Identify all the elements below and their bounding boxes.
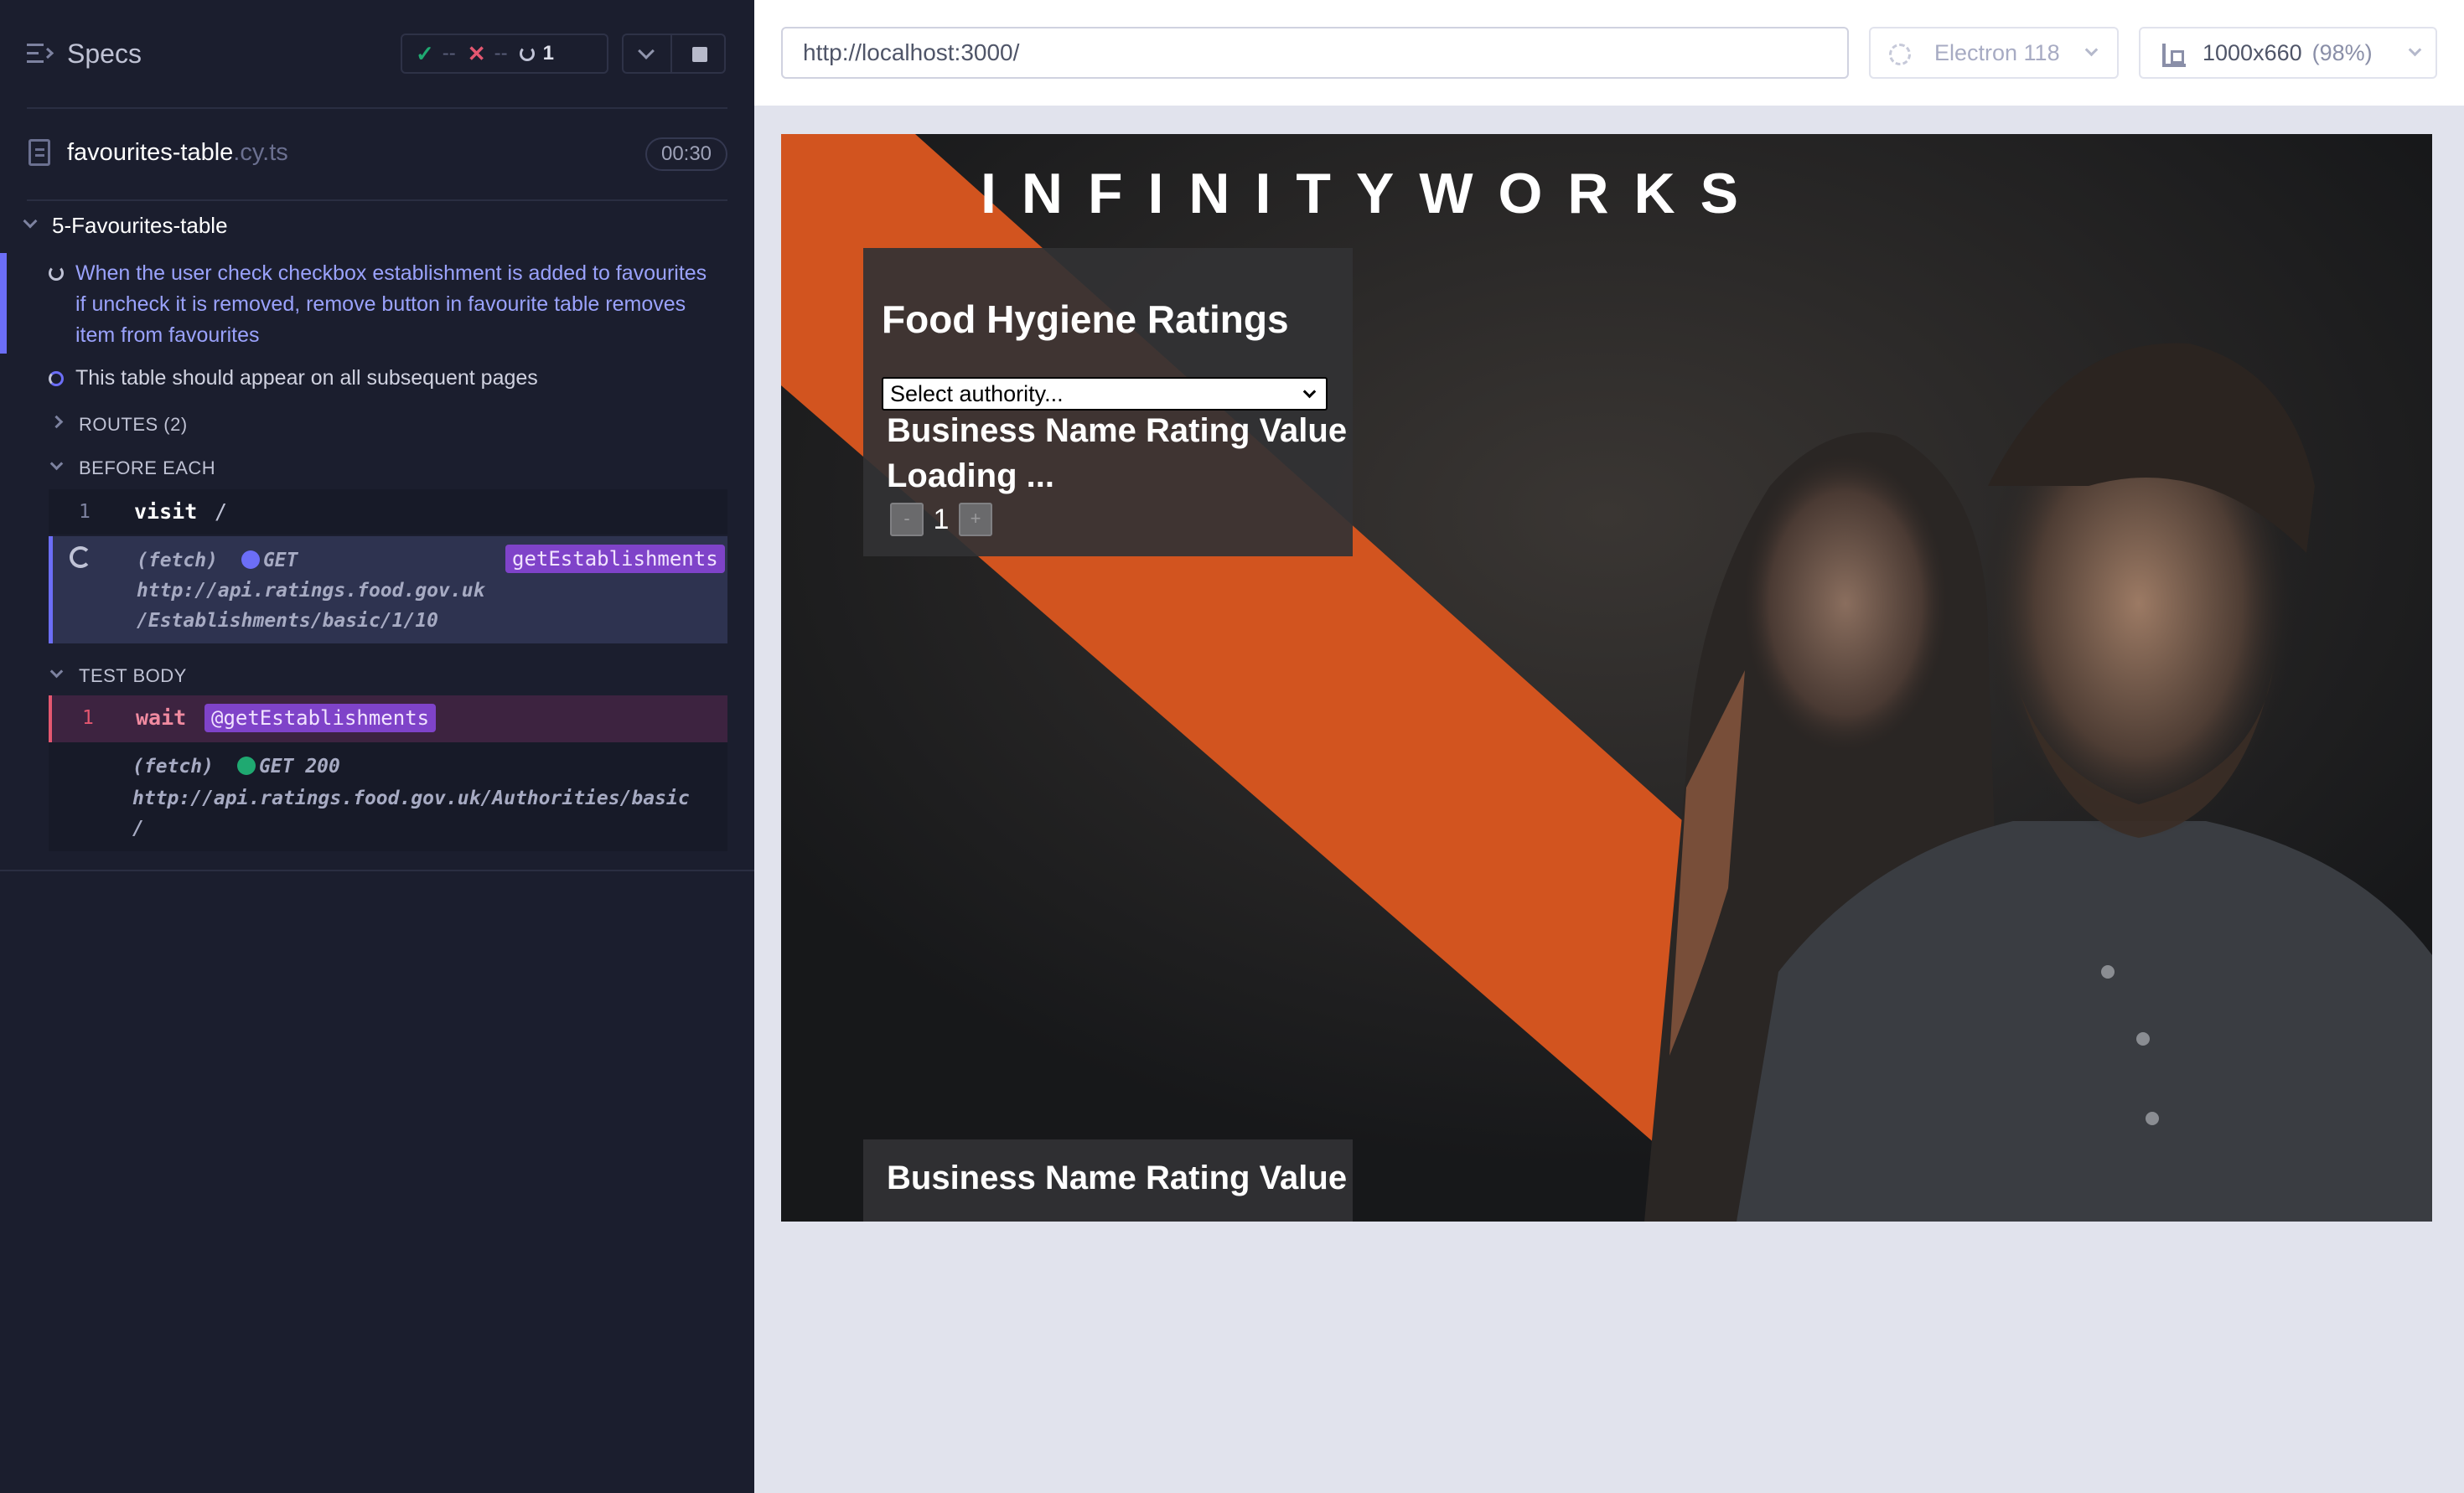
divider [27, 199, 727, 201]
next-page-button[interactable]: + [959, 503, 992, 536]
current-page: 1 [933, 503, 950, 535]
reporter-header: Specs ✓ -- ✕ -- 1 [0, 0, 754, 107]
app-iframe[interactable]: INFINITYWORKS Food Hygiene Ratings Selec… [781, 134, 2432, 1222]
command-number: 1 [79, 501, 91, 523]
divider [27, 107, 727, 109]
success-dot-icon [236, 757, 256, 775]
fetch-url-line-2: / [132, 818, 144, 839]
pending-stat: 1 [519, 42, 554, 65]
test-title-pending[interactable]: This table should appear on all subseque… [75, 366, 538, 390]
suite-row[interactable]: 5-Favourites-table [0, 206, 754, 245]
command-fetch-pending[interactable]: (fetch) GET http://api.ratings.food.gov.u… [49, 536, 727, 643]
passed-count: -- [442, 42, 456, 65]
pagination: - 1 + [890, 503, 992, 536]
check-icon: ✓ [416, 40, 434, 66]
loading-spinner-icon [70, 546, 91, 568]
chevron-down-icon [2408, 43, 2422, 57]
document-icon [28, 139, 50, 166]
browser-selector[interactable]: Electron 118 [1869, 27, 2119, 79]
authority-select[interactable]: Select authority... [882, 377, 1328, 411]
stop-icon [692, 47, 707, 62]
electron-icon [1889, 44, 1911, 65]
fetch-url-line-1: http://api.ratings.food.gov.uk/Authoriti… [132, 788, 690, 809]
hook-test-body[interactable]: TEST BODY [50, 665, 187, 687]
collapse-all-button[interactable] [622, 34, 670, 74]
browser-label: Electron 118 [1934, 40, 2060, 65]
app-under-test-panel: http://localhost:3000/ Electron 118 1000… [754, 0, 2464, 1493]
aut-toolbar: http://localhost:3000/ Electron 118 1000… [754, 0, 2464, 107]
command-message: / [215, 499, 228, 524]
passed-stat: ✓ -- [416, 41, 456, 67]
hook-routes[interactable]: ROUTES (2) [50, 414, 188, 436]
test-title-running[interactable]: When the user check checkbox establishme… [49, 258, 711, 351]
pending-count: 1 [542, 42, 554, 65]
run-duration: 00:30 [645, 137, 727, 171]
ratings-table-header: Business Name Rating Value [887, 412, 1348, 449]
cypress-reporter: Specs ✓ -- ✕ -- 1 favourites-table.cy.ts [0, 0, 754, 1493]
pending-dot-icon [241, 550, 260, 569]
url-bar[interactable]: http://localhost:3000/ [781, 27, 1849, 79]
page-title: Food Hygiene Ratings [882, 297, 1289, 341]
active-test-indicator [0, 253, 7, 354]
suite-title: 5-Favourites-table [52, 213, 228, 238]
viewport-label: 1000x660 (98%) [2203, 40, 2373, 65]
viewport-selector[interactable]: 1000x660 (98%) [2139, 27, 2437, 79]
infinity-works-logo: INFINITYWORKS [981, 162, 1763, 225]
test-stats: ✓ -- ✕ -- 1 [401, 34, 608, 74]
command-wait[interactable]: 1 wait @getEstablishments [49, 695, 727, 742]
chevron-down-icon [638, 43, 655, 59]
x-icon: ✕ [467, 40, 486, 66]
favourites-table-header: Business Name Rating Value [887, 1160, 1348, 1196]
command-number: 1 [82, 707, 94, 729]
alias-badge[interactable]: getEstablishments [505, 545, 725, 573]
pending-icon [49, 371, 64, 386]
running-spinner-icon [519, 46, 535, 61]
failed-count: -- [494, 42, 508, 65]
stop-button[interactable] [670, 34, 726, 74]
spec-file-name[interactable]: favourites-table.cy.ts [67, 139, 288, 167]
fetch-line-1: (fetch) GET 200 [132, 756, 340, 777]
failed-stat: ✕ -- [468, 41, 508, 67]
fetch-line-1: (fetch) GET [137, 550, 298, 571]
alias-badge[interactable]: @getEstablishments [204, 704, 437, 732]
chevron-down-icon [23, 214, 38, 229]
ruler-icon [2162, 44, 2186, 67]
hook-before-each[interactable]: BEFORE EACH [50, 457, 215, 479]
specs-label[interactable]: Specs [67, 39, 142, 70]
command-fetch-complete[interactable]: (fetch) GET 200 http://api.ratings.food.g… [49, 742, 727, 851]
command-name: visit [134, 499, 198, 524]
spec-file-row: favourites-table.cy.ts 00:30 [0, 126, 754, 181]
specs-menu-icon[interactable] [27, 42, 54, 65]
chevron-down-icon [2084, 43, 2099, 57]
fetch-url-line-2: /Establishments/basic/1/10 [137, 610, 439, 632]
command-visit[interactable]: 1 visit / [49, 489, 727, 535]
divider [0, 870, 754, 871]
command-name: wait [136, 705, 187, 730]
ratings-card: Food Hygiene Ratings Select authority...… [863, 248, 1353, 556]
select-value: Select authority... [890, 381, 1064, 406]
chevron-down-icon [1302, 385, 1317, 399]
loading-text: Loading ... [887, 457, 1054, 494]
previous-page-button[interactable]: - [890, 503, 924, 536]
fetch-url-line-1: http://api.ratings.food.gov.uk [137, 580, 485, 602]
favourites-card: Business Name Rating Value [863, 1139, 1353, 1222]
